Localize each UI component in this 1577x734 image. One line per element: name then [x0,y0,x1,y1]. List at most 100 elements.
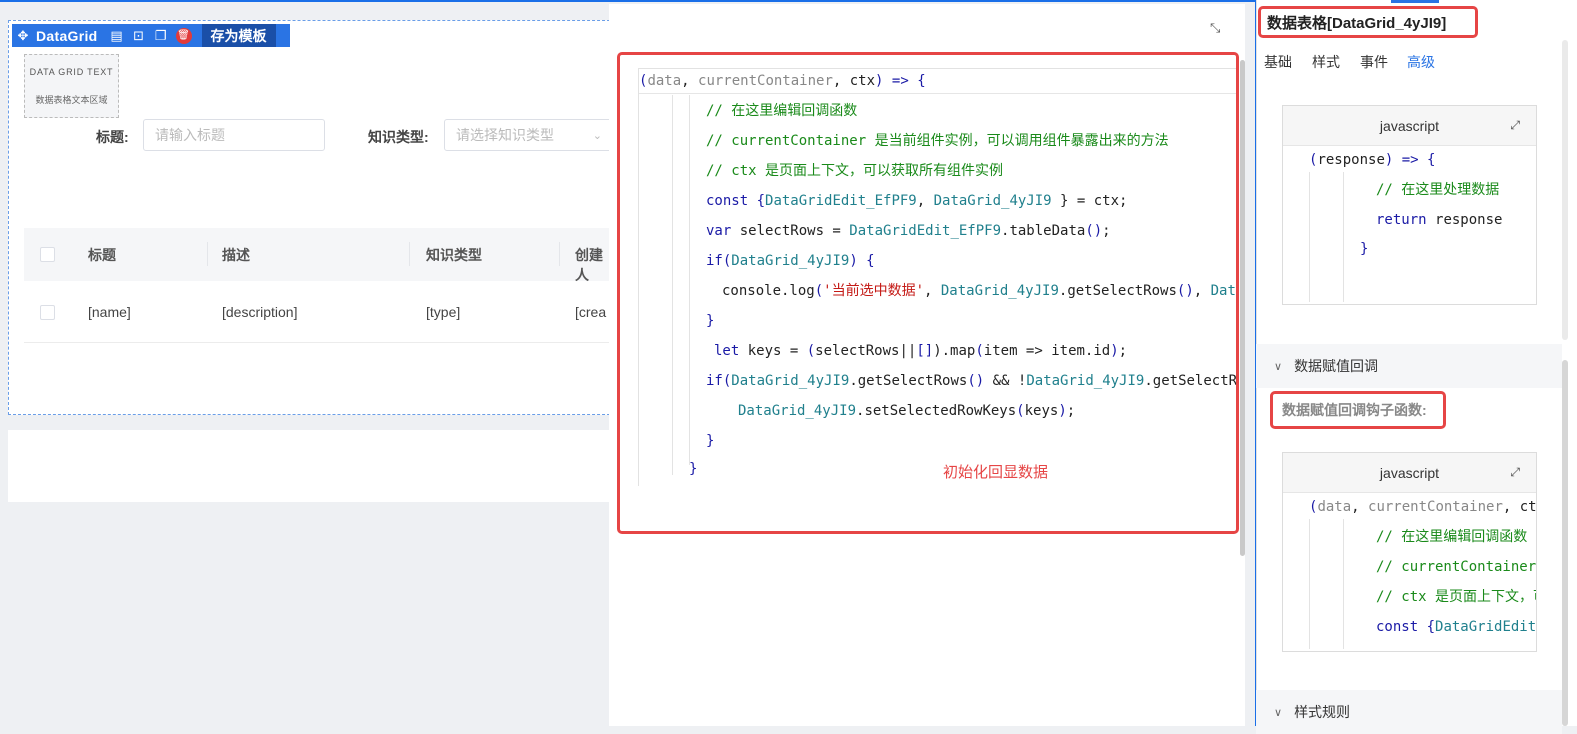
datagrid-text-area[interactable]: DATA GRID TEXT 数据表格文本区域 [24,54,119,118]
code-token: .tableData [1001,223,1086,239]
column-divider[interactable] [559,242,560,266]
title-input[interactable]: 请输入标题 [143,119,325,151]
indent-guide [1309,519,1310,649]
panel-scrollbar-track [1562,40,1568,340]
code-token: // ctx 是页面上下文，可 [1376,589,1537,605]
annotation-note: 初始化回显数据 [943,464,1049,481]
terminal-icon[interactable]: ⊡ [128,24,150,47]
code-line: var selectRows = DataGridEdit_EfPF9.tabl… [706,221,1111,241]
type-label: 知识类型: [368,129,429,145]
code-token: } [689,461,698,477]
editor-code-area[interactable]: (response) => {// 在这里处理数据 return response… [1283,146,1536,304]
indent-guide [1309,172,1310,302]
save-template-button[interactable]: 存为模板 [201,24,276,47]
code-token: if [706,373,723,389]
panel-scrollbar[interactable] [1562,360,1568,726]
section-title: 样式规则 [1294,704,1351,720]
indent-guide [672,95,673,475]
editor-code-area[interactable]: (data, currentContainer, ct // 在这里编辑回调函数 /… [1283,493,1536,651]
code-token: ).map [933,343,976,359]
row-checkbox[interactable] [40,305,55,320]
code-token: ( [1016,403,1025,419]
column-divider[interactable] [207,242,208,266]
editor-language: javascript [1379,117,1440,134]
code-token: , [1502,499,1520,515]
callback-hook-editor[interactable]: javascript ⤢ (data, currentContainer, ct… [1282,452,1537,652]
code-line: } [706,311,714,331]
code-token: ; [1102,223,1111,239]
editor-header: javascript ⤢ [1283,106,1536,146]
table-cell: [description] [222,304,298,320]
title-input-placeholder: 请输入标题 [155,127,225,143]
code-token: // currentContainer 是当前组件实例，可以调用组件暴露出来的方… [706,133,1169,149]
code-line: const {DataGridEdit_EfPF9, DataGrid_4yJI… [706,191,1127,211]
section-style-rules[interactable]: ∨ 样式规则 [1256,690,1562,734]
code-line: } [689,459,697,479]
code-line: (data, currentContainer, ctx) => { [639,71,926,91]
column-header[interactable]: 描述 [222,245,250,265]
panel-title: 数据表格[DataGrid_4yJI9] [1258,6,1478,38]
code-token: { [1426,619,1436,635]
delete-icon[interactable]: 🗑 [175,27,192,44]
code-line: return response [1376,210,1502,230]
code-line: console.log('当前选中数据', DataGrid_4yJI9.get… [722,281,1236,301]
section-title: 数据赋值回调 [1294,358,1379,374]
hook-function-label: 数据赋值回调钩子函数: [1270,391,1446,429]
code-token: console.log [722,283,815,299]
code-token: , [681,73,699,89]
editor-language: javascript [1379,464,1440,481]
code-token: ctx [849,73,876,89]
chevron-down-icon: ∨ [1274,706,1283,719]
move-icon[interactable]: ✥ [12,24,34,47]
code-token: data [1317,499,1352,515]
line-separator [639,93,1236,94]
tab-basic[interactable]: 基础 [1264,52,1292,72]
code-token: return [1376,212,1436,228]
table-cell: [type] [426,304,461,320]
canvas-component-placeholder[interactable] [8,430,628,502]
code-token: , [832,73,850,89]
copy-icon[interactable]: ❐ [150,24,172,47]
code-editor[interactable]: (data, currentContainer, ctx) => { // 在这里… [617,52,1239,534]
code-token: { [917,73,926,89]
select-all-checkbox[interactable] [40,247,55,262]
tab-style[interactable]: 样式 [1312,52,1340,72]
code-token: // ctx 是页面上下文，可以获取所有组件实例 [706,163,1003,179]
expand-icon[interactable]: ⤢ [1510,465,1520,480]
code-editor-content[interactable]: (data, currentContainer, ctx) => { // 在这里… [638,68,1236,486]
code-token: ( [814,283,824,299]
column-header[interactable]: 知识类型 [426,245,482,265]
table-row[interactable]: [name] [description] [type] [crea [24,281,614,343]
code-token: DataGrid_4yJI9 [738,403,857,419]
code-token: // 在这里编辑回调函数 [706,103,858,119]
code-token: // 在这里处理数据 [1376,182,1500,198]
type-select[interactable]: 请选择知识类型 ⌄ [444,119,614,151]
code-token: item => item.id [983,343,1111,359]
indent-guide [1343,172,1344,302]
column-divider[interactable] [409,242,410,266]
column-header[interactable]: 标题 [88,245,116,265]
code-token: keys = [747,343,807,359]
doc-icon[interactable]: ▤ [106,24,128,47]
code-token: data [647,73,682,89]
tab-events[interactable]: 事件 [1360,52,1388,72]
collapse-icon[interactable]: ⤡ [1210,20,1220,36]
code-token: DataGridEdit_EfPF9 [765,193,917,209]
code-token: } = ctx; [1051,193,1128,209]
code-line: // ctx 是页面上下文，可 [1376,587,1537,607]
code-token: ) [1058,403,1067,419]
table-cell: [crea [575,304,607,320]
code-token: DataGrid_4yJI9 [940,283,1059,299]
tab-advanced[interactable]: 高级 [1407,52,1435,72]
code-token: currentContainer [1368,499,1503,515]
scrollbar[interactable] [1240,60,1245,556]
code-line: // currentContainer [1376,557,1536,577]
code-line: if(DataGrid_4yJI9.getSelectRows() && !Da… [706,371,1236,391]
code-token: && ! [984,373,1027,389]
section-data-callback[interactable]: ∨ 数据赋值回调 [1256,344,1562,388]
code-token: var [706,223,740,239]
indent-guide [689,95,690,465]
response-handler-editor[interactable]: javascript ⤢ (response) => {// 在这里处理数据 re… [1282,105,1537,305]
expand-icon[interactable]: ⤢ [1510,118,1520,133]
code-token: .setSelectedRowKeys [856,403,1017,419]
